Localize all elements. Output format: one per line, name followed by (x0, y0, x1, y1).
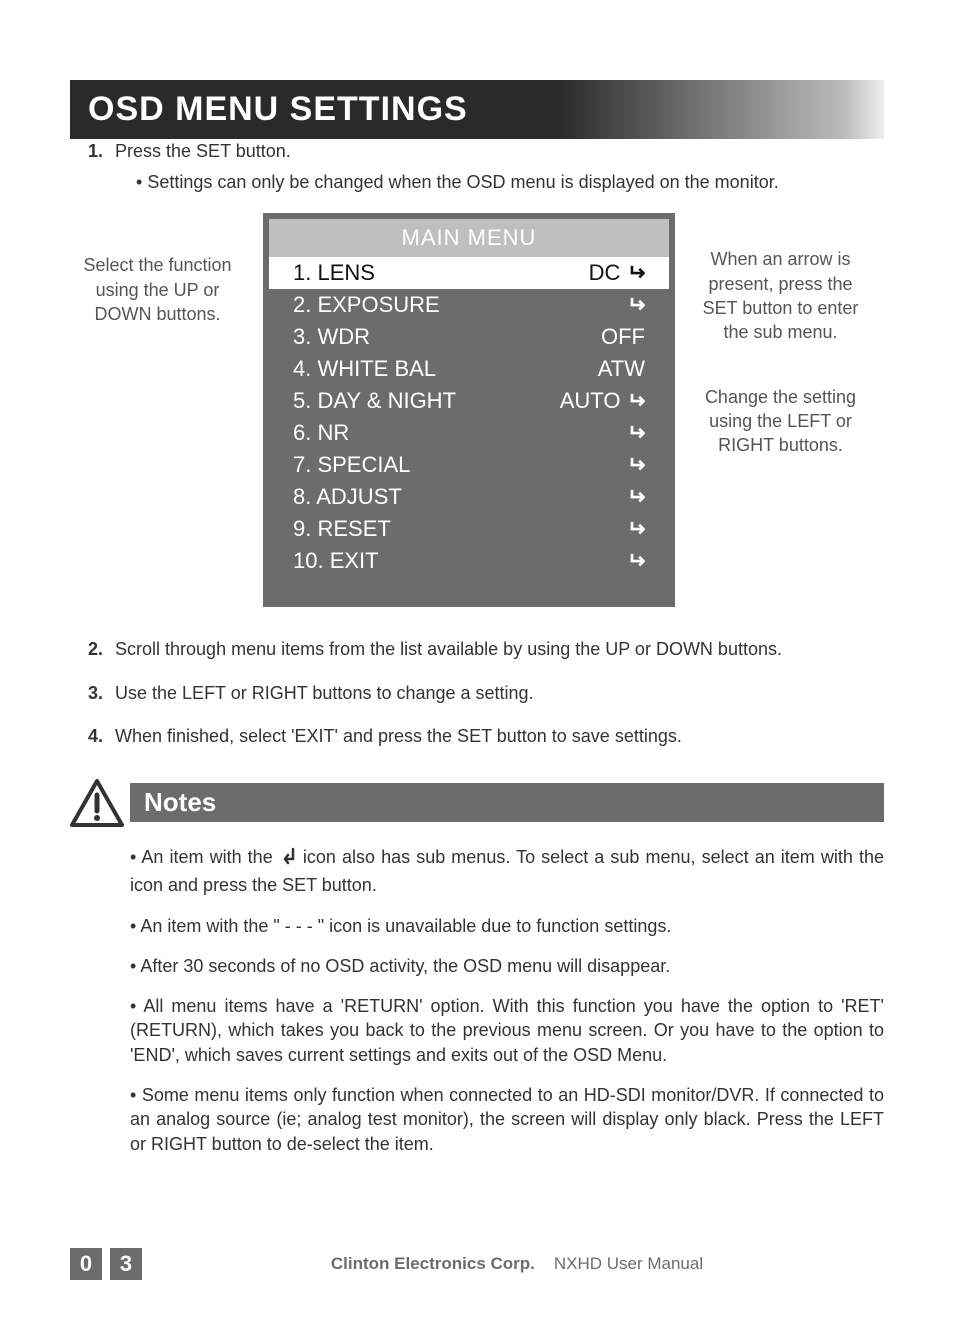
footer-company: Clinton Electronics Corp. (331, 1254, 535, 1273)
menu-item-value: ↵ (627, 292, 645, 318)
footer-doc: NXHD User Manual (554, 1254, 703, 1273)
menu-item-value: DC ↵ (589, 260, 645, 286)
step-4-text: When finished, select 'EXIT' and press t… (115, 726, 682, 746)
menu-item-label: 1. LENS (293, 260, 375, 286)
menu-item-2[interactable]: 2. EXPOSURE ↵ (269, 289, 669, 321)
step-2-num: 2. (88, 637, 110, 662)
right-annotation-1: When an arrow is present, press the SET … (693, 247, 868, 344)
enter-icon: ↵ (627, 260, 645, 286)
menu-item-label: 6. NR (293, 420, 349, 446)
menu-item-value: AUTO ↵ (560, 388, 645, 414)
notes-heading: Notes (130, 783, 884, 822)
step-2: 2. Scroll through menu items from the li… (88, 637, 884, 662)
page-number-digit-2: 3 (110, 1248, 142, 1280)
menu-item-label: 8. ADJUST (293, 484, 402, 510)
menu-item-value: ↵ (627, 516, 645, 542)
right-annotation-2: Change the setting using the LEFT or RIG… (693, 385, 868, 458)
menu-item-1[interactable]: 1. LENS DC ↵ (269, 257, 669, 289)
enter-icon: ↵ (627, 420, 645, 446)
menu-item-label: 5. DAY & NIGHT (293, 388, 456, 414)
enter-icon: ↵ (627, 292, 645, 318)
step-4: 4. When finished, select 'EXIT' and pres… (88, 724, 884, 749)
menu-item-6[interactable]: 6. NR ↵ (269, 417, 669, 449)
left-annotation: Select the function using the UP or DOWN… (70, 213, 245, 326)
page-footer: 0 3 Clinton Electronics Corp. NXHD User … (70, 1248, 884, 1280)
step-3-text: Use the LEFT or RIGHT buttons to change … (115, 683, 534, 703)
step-1: 1. Press the SET button. Settings can on… (88, 139, 884, 195)
step-1-sub: Settings can only be changed when the OS… (136, 170, 884, 195)
menu-item-value: ↵ (627, 420, 645, 446)
menu-item-label: 7. SPECIAL (293, 452, 410, 478)
note-5: Some menu items only function when conne… (130, 1083, 884, 1156)
note-1a: An item with the (141, 847, 278, 867)
menu-item-label: 2. EXPOSURE (293, 292, 440, 318)
step-3-num: 3. (88, 681, 110, 706)
menu-diagram: Select the function using the UP or DOWN… (70, 213, 884, 607)
note-4: All menu items have a 'RETURN' option. W… (130, 994, 884, 1067)
enter-icon: ↵ (627, 516, 645, 542)
enter-icon (279, 847, 297, 873)
menu-item-5[interactable]: 5. DAY & NIGHT AUTO ↵ (269, 385, 669, 417)
menu-item-label: 3. WDR (293, 324, 370, 350)
menu-item-value: ↵ (627, 452, 645, 478)
menu-item-9[interactable]: 9. RESET ↵ (269, 513, 669, 545)
step-3: 3. Use the LEFT or RIGHT buttons to chan… (88, 681, 884, 706)
menu-item-4[interactable]: 4. WHITE BAL ATW (269, 353, 669, 385)
menu-item-value: OFF (601, 324, 645, 350)
note-1: An item with the icon also has sub menus… (130, 845, 884, 898)
step-1-num: 1. (88, 139, 110, 164)
warning-icon (70, 779, 124, 827)
step-2-text: Scroll through menu items from the list … (115, 639, 782, 659)
menu-item-8[interactable]: 8. ADJUST ↵ (269, 481, 669, 513)
osd-main-menu: MAIN MENU 1. LENS DC ↵ 2. EXPOSURE ↵ 3. WDR O… (263, 213, 675, 607)
page-title: OSD MENU SETTINGS (70, 80, 884, 139)
menu-item-value: ↵ (627, 548, 645, 574)
menu-item-7[interactable]: 7. SPECIAL ↵ (269, 449, 669, 481)
menu-item-label: 4. WHITE BAL (293, 356, 436, 382)
step-4-num: 4. (88, 724, 110, 749)
enter-icon: ↵ (627, 452, 645, 478)
menu-item-value: ATW (598, 356, 645, 382)
menu-title: MAIN MENU (269, 219, 669, 257)
enter-icon: ↵ (627, 484, 645, 510)
menu-item-3[interactable]: 3. WDR OFF (269, 321, 669, 353)
menu-item-label: 9. RESET (293, 516, 391, 542)
menu-item-label: 10. EXIT (293, 548, 379, 574)
enter-icon: ↵ (627, 388, 645, 414)
enter-icon: ↵ (627, 548, 645, 574)
page-number-digit-1: 0 (70, 1248, 102, 1280)
step-1-text: Press the SET button. (115, 141, 291, 161)
note-3: After 30 seconds of no OSD activity, the… (130, 954, 884, 978)
menu-item-10[interactable]: 10. EXIT ↵ (269, 545, 669, 577)
menu-item-value: ↵ (627, 484, 645, 510)
note-2: An item with the " - - - " icon is unava… (130, 914, 884, 938)
